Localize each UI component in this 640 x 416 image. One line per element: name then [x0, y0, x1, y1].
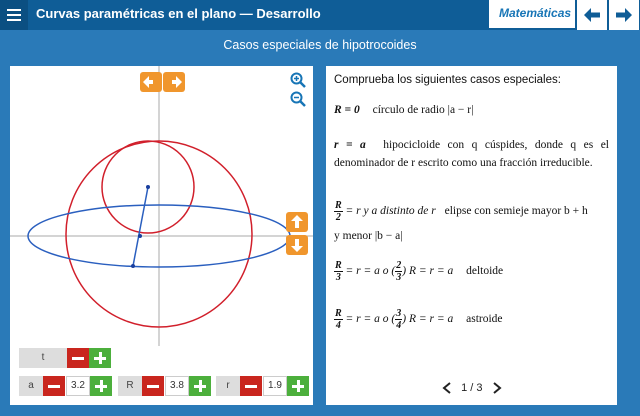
subject-tab[interactable]: Matemáticas [489, 0, 575, 30]
app-title: Curvas paramétricas en el plano — Desarr… [36, 6, 321, 21]
case1-description: círculo de radio |a − r| [372, 104, 474, 116]
chevron-left-icon[interactable] [442, 382, 452, 394]
arrow-left-icon [584, 8, 600, 22]
section-text: Desarrollo [256, 6, 321, 21]
case5-description: astroide [466, 313, 503, 326]
case3-condition: = r y a distinto de r [345, 205, 436, 218]
top-bar: Curvas paramétricas en el plano — Desarr… [0, 0, 640, 30]
R-minus-button[interactable] [142, 376, 164, 396]
case4-description: deltoide [466, 265, 504, 278]
case4-frac-num: R [334, 260, 343, 272]
t-label: t [19, 348, 67, 368]
menu-icon-bar [7, 19, 21, 21]
case-circle: R = 0 círculo de radio |a − r| [334, 104, 473, 116]
chevron-right-icon[interactable] [492, 382, 502, 394]
case5-condition-a: = r = a o ( [345, 313, 396, 326]
next-page-button[interactable] [609, 0, 639, 30]
page-indicator: 1 / 3 [461, 382, 483, 394]
case2-description: hipocicloide con q cúspides, donde q es … [334, 139, 610, 169]
case3-frac-num: R [334, 200, 343, 212]
case3-frac-den: 2 [335, 212, 341, 223]
zoom-out-button[interactable] [290, 91, 306, 107]
intro-text: Comprueba los siguientes casos especiale… [334, 74, 561, 86]
case5-condition-b: ) R = r = a [402, 313, 454, 326]
r-label: r [216, 376, 240, 396]
title-text: Curvas paramétricas en el plano [36, 6, 237, 21]
tracing-point [131, 264, 135, 268]
case-ellipse: R2 = r y a distinto de r elipse con semi… [334, 200, 614, 223]
a-label: a [19, 376, 43, 396]
r-minus-button[interactable] [240, 376, 262, 396]
case4-condition-b: ) R = r = a [402, 265, 454, 278]
t-minus-button[interactable] [67, 348, 89, 368]
a-value-field[interactable]: 3.2 [66, 376, 90, 396]
arrow-left-icon [143, 76, 153, 88]
zoom-in-icon [290, 72, 306, 88]
move-down-button[interactable] [286, 235, 308, 255]
graph-panel: t a 3.2 R 3.8 r 1.9 [10, 66, 313, 405]
contact-point [138, 234, 142, 238]
page-subtitle: Casos especiales de hipotrocoides [223, 38, 417, 52]
r-plus-button[interactable] [287, 376, 309, 396]
subject-label: Matemáticas [499, 6, 572, 20]
case-deltoid: R3 = r = a o (2 3) R = r = a deltoide [334, 260, 503, 283]
title-separator: — [239, 6, 253, 21]
case-hypocycloid: r = a hipocicloide con q cúspides, donde… [334, 136, 609, 172]
case2-condition: r = a [334, 139, 366, 151]
a-minus-button[interactable] [43, 376, 65, 396]
case4-condition-a: = r = a o ( [345, 265, 396, 278]
menu-icon-bar [7, 14, 21, 16]
a-plus-button[interactable] [90, 376, 112, 396]
R-label: R [118, 376, 142, 396]
move-up-button[interactable] [286, 212, 308, 232]
zoom-in-button[interactable] [290, 72, 306, 88]
move-left-button[interactable] [140, 72, 162, 92]
case3-description-2: y menor |b − a| [334, 230, 403, 242]
R-value-field[interactable]: 3.8 [165, 376, 189, 396]
case5-frac-den: 4 [335, 320, 341, 331]
menu-icon [7, 9, 21, 11]
R-plus-button[interactable] [189, 376, 211, 396]
prev-page-button[interactable] [577, 0, 607, 30]
case5-fraction: R4 [334, 308, 343, 331]
menu-button[interactable] [0, 0, 28, 30]
arrow-up-icon [291, 215, 303, 228]
case3-fraction: R2 [334, 200, 343, 223]
arrow-right-icon [172, 76, 182, 88]
pager: 1 / 3 [442, 382, 502, 394]
center-point [146, 185, 150, 189]
move-right-button[interactable] [163, 72, 185, 92]
radius-segment [132, 186, 149, 267]
case5-frac-num: R [334, 308, 343, 320]
case1-condition: R = 0 [334, 104, 360, 116]
arrow-down-icon [291, 239, 303, 252]
r-value-field[interactable]: 1.9 [263, 376, 287, 396]
t-plus-button[interactable] [89, 348, 111, 368]
arrow-right-icon [616, 8, 632, 22]
explanation-panel: Comprueba los siguientes casos especiale… [326, 66, 617, 405]
zoom-out-icon [290, 91, 306, 107]
case4-fraction: R3 [334, 260, 343, 283]
case4-frac-den: 3 [335, 272, 341, 283]
case-astroid: R4 = r = a o (3 4) R = r = a astroide [334, 308, 503, 331]
case3-description: elipse con semieje mayor b + h [444, 205, 588, 218]
